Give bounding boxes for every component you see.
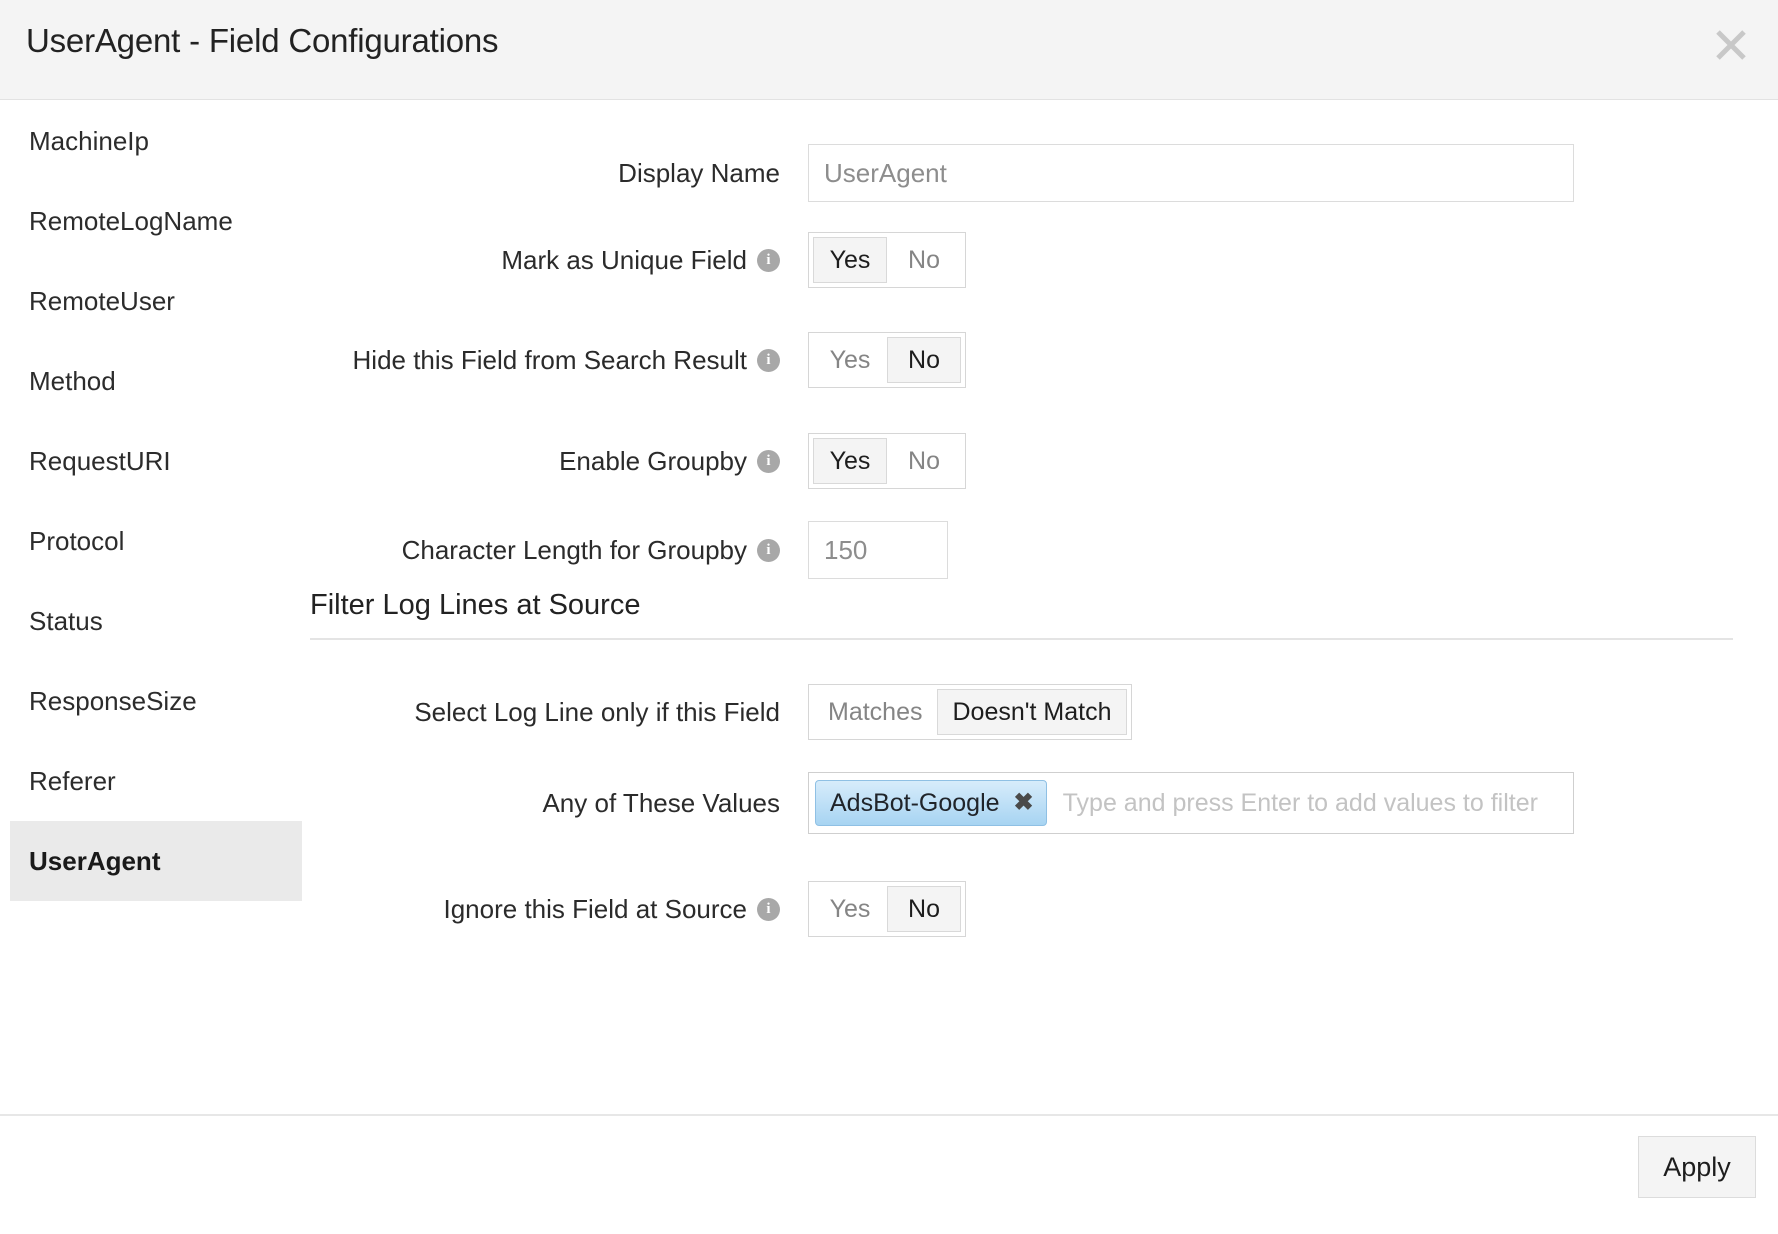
field-config-form: Display Name UserAgent Mark as Unique Fi… (310, 101, 1778, 1114)
enable-groupby-label: Enable Groupby i (310, 446, 780, 477)
info-icon[interactable]: i (757, 898, 780, 921)
ignore-field-label-text: Ignore this Field at Source (444, 894, 748, 925)
char-length-input[interactable]: 150 (808, 521, 948, 579)
any-of-values-label: Any of These Values (310, 788, 780, 819)
hide-from-search-option-yes[interactable]: Yes (813, 337, 887, 383)
display-name-control: UserAgent (808, 144, 1574, 202)
ignore-field-label: Ignore this Field at Source i (310, 894, 780, 925)
any-of-values-control: AdsBot-Google ✖ Type and press Enter to … (808, 772, 1574, 834)
apply-button[interactable]: Apply (1638, 1136, 1756, 1198)
enable-groupby-label-text: Enable Groupby (559, 446, 747, 477)
close-icon[interactable] (1706, 20, 1756, 70)
row-select-log-line: Select Log Line only if this Field Match… (310, 684, 1778, 740)
sidebar-item-remoteuser[interactable]: RemoteUser (0, 261, 310, 341)
dialog-footer: Apply (0, 1114, 1778, 1234)
mark-unique-option-yes[interactable]: Yes (813, 237, 887, 283)
sidebar-item-referer[interactable]: Referer (0, 741, 310, 821)
hide-from-search-option-no[interactable]: No (887, 337, 961, 383)
display-name-label: Display Name (310, 158, 780, 189)
filter-section-divider (310, 638, 1733, 640)
page-title: UserAgent - Field Configurations (26, 22, 498, 60)
enable-groupby-option-no[interactable]: No (887, 438, 961, 484)
ignore-field-option-yes[interactable]: Yes (813, 886, 887, 932)
field-configurations-dialog: UserAgent - Field Configurations Machine… (0, 0, 1778, 1234)
info-icon[interactable]: i (757, 539, 780, 562)
row-ignore-field: Ignore this Field at Source i Yes No (310, 881, 1778, 937)
row-display-name: Display Name UserAgent (310, 145, 1778, 201)
row-enable-groupby: Enable Groupby i Yes No (310, 433, 1778, 489)
select-log-line-option-matches[interactable]: Matches (813, 689, 937, 735)
enable-groupby-option-yes[interactable]: Yes (813, 438, 887, 484)
sidebar-item-status[interactable]: Status (0, 581, 310, 661)
row-any-of-values: Any of These Values AdsBot-Google ✖ Type… (310, 775, 1778, 831)
char-length-label: Character Length for Groupby i (310, 535, 780, 566)
info-icon[interactable]: i (757, 249, 780, 272)
select-log-line-label: Select Log Line only if this Field (310, 697, 780, 728)
sidebar-item-responsesize[interactable]: ResponseSize (0, 661, 310, 741)
select-log-line-toggle[interactable]: Matches Doesn't Match (808, 684, 1132, 740)
select-log-line-control: Matches Doesn't Match (808, 684, 1132, 740)
filter-value-tag-label: AdsBot-Google (830, 789, 1000, 818)
enable-groupby-toggle[interactable]: Yes No (808, 433, 966, 489)
filter-section-title: Filter Log Lines at Source (310, 589, 1733, 638)
info-icon[interactable]: i (757, 450, 780, 473)
hide-from-search-toggle[interactable]: Yes No (808, 332, 966, 388)
ignore-field-toggle[interactable]: Yes No (808, 881, 966, 937)
row-mark-unique: Mark as Unique Field i Yes No (310, 232, 1778, 288)
sidebar-item-method[interactable]: Method (0, 341, 310, 421)
select-log-line-option-doesnt-match[interactable]: Doesn't Match (937, 689, 1126, 735)
display-name-input[interactable]: UserAgent (808, 144, 1574, 202)
row-char-length: Character Length for Groupby i 150 (310, 522, 1778, 578)
dialog-header: UserAgent - Field Configurations (0, 0, 1778, 100)
ignore-field-option-no[interactable]: No (887, 886, 961, 932)
info-icon[interactable]: i (757, 349, 780, 372)
sidebar-item-machineip[interactable]: MachineIp (0, 101, 310, 181)
remove-tag-icon[interactable]: ✖ (1014, 791, 1034, 815)
hide-from-search-label-text: Hide this Field from Search Result (353, 345, 747, 376)
dialog-body: MachineIp RemoteLogName RemoteUser Metho… (0, 101, 1778, 1114)
filter-section-header: Filter Log Lines at Source (310, 589, 1733, 640)
filter-values-placeholder[interactable]: Type and press Enter to add values to fi… (1063, 789, 1567, 818)
hide-from-search-label: Hide this Field from Search Result i (310, 345, 780, 376)
ignore-field-control: Yes No (808, 881, 966, 937)
row-hide-from-search: Hide this Field from Search Result i Yes… (310, 332, 1778, 388)
field-list-sidebar: MachineIp RemoteLogName RemoteUser Metho… (0, 101, 310, 1114)
filter-values-input[interactable]: AdsBot-Google ✖ Type and press Enter to … (808, 772, 1574, 834)
mark-unique-toggle[interactable]: Yes No (808, 232, 966, 288)
mark-unique-control: Yes No (808, 232, 966, 288)
char-length-label-text: Character Length for Groupby (402, 535, 747, 566)
enable-groupby-control: Yes No (808, 433, 966, 489)
sidebar-item-requesturi[interactable]: RequestURI (0, 421, 310, 501)
sidebar-item-useragent[interactable]: UserAgent (10, 821, 302, 901)
sidebar-item-protocol[interactable]: Protocol (0, 501, 310, 581)
mark-unique-option-no[interactable]: No (887, 237, 961, 283)
char-length-control: 150 (808, 521, 948, 579)
mark-unique-label-text: Mark as Unique Field (501, 245, 747, 276)
filter-value-tag[interactable]: AdsBot-Google ✖ (815, 780, 1047, 826)
sidebar-item-remotelogname[interactable]: RemoteLogName (0, 181, 310, 261)
mark-unique-label: Mark as Unique Field i (310, 245, 780, 276)
hide-from-search-control: Yes No (808, 332, 966, 388)
